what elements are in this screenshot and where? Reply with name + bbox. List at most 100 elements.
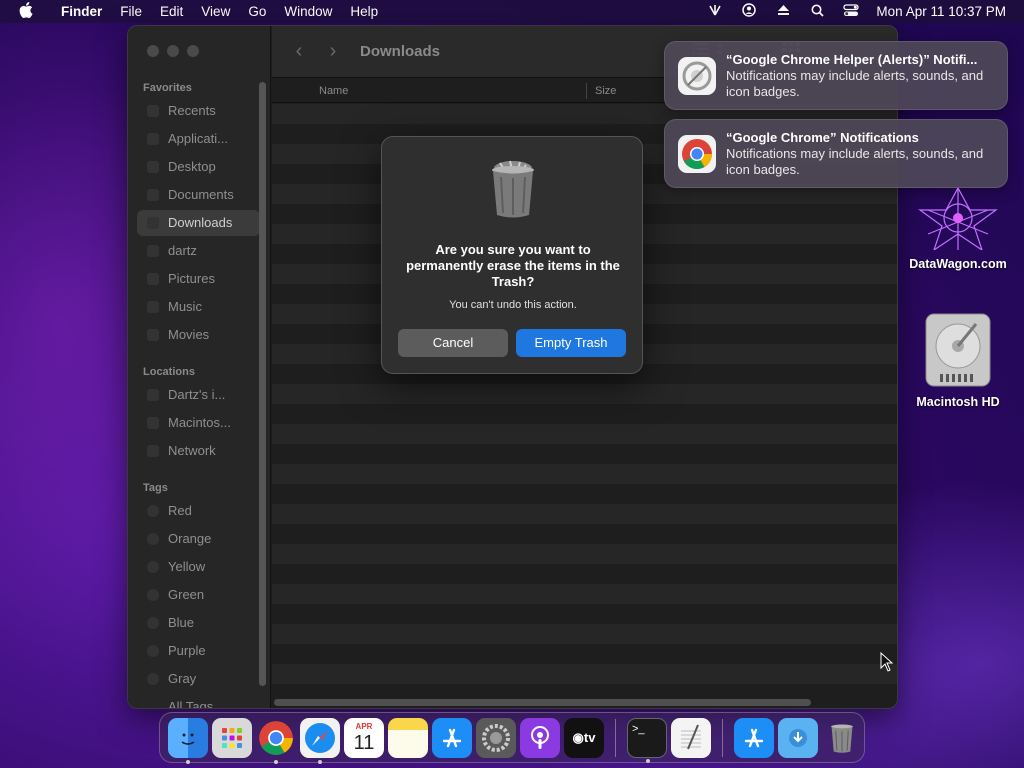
list-row (272, 424, 897, 444)
back-icon[interactable]: ‹ (282, 40, 316, 63)
film-icon (147, 329, 159, 341)
zoom-window-button[interactable] (187, 45, 199, 57)
window-controls (147, 45, 199, 57)
sidebar-heading-favorites: Favorites (143, 82, 192, 94)
list-row (272, 484, 897, 504)
apple-tv-icon[interactable]: ◉ tv (564, 717, 604, 758)
menu-edit[interactable]: Edit (151, 4, 192, 19)
downloads-folder-icon[interactable] (778, 717, 818, 758)
tag-dot-icon (147, 533, 159, 545)
menu-help[interactable]: Help (341, 4, 387, 19)
dialog-heading: Are you sure you want to permanently era… (406, 242, 620, 289)
sidebar-item-downloads[interactable]: Downloads (137, 210, 260, 236)
sidebar-item-applications[interactable]: Applicati... (137, 126, 260, 152)
chrome-icon (678, 135, 716, 173)
globe-icon (147, 445, 159, 457)
wifi-icon[interactable] (698, 4, 732, 19)
cancel-button[interactable]: Cancel (398, 329, 508, 357)
sidebar-tag-blue[interactable]: Blue (137, 610, 260, 636)
empty-trash-button[interactable]: Empty Trash (516, 329, 626, 357)
sidebar-tag-purple[interactable]: Purple (137, 638, 260, 664)
music-icon (147, 301, 159, 313)
user-icon[interactable] (732, 3, 766, 20)
notification-chrome-helper[interactable]: “Google Chrome Helper (Alerts)” Notifi..… (664, 41, 1008, 110)
window-title: Downloads (360, 43, 441, 60)
desktop-icon-macintosh-hd[interactable]: Macintosh HD (900, 312, 1016, 409)
sidebar-tag-green[interactable]: Green (137, 582, 260, 608)
sidebar-tag-orange[interactable]: Orange (137, 526, 260, 552)
sidebar-scrollbar[interactable] (259, 82, 266, 686)
trash-dock-icon[interactable] (822, 718, 862, 758)
clock-icon (147, 105, 159, 117)
horizontal-scrollbar[interactable] (274, 699, 811, 706)
laptop-icon (147, 389, 159, 401)
menu-app-name[interactable]: Finder (52, 4, 111, 19)
chrome-helper-icon (678, 57, 716, 95)
sidebar-item-music[interactable]: Music (137, 294, 260, 320)
menu-bar: Finder File Edit View Go Window Help Mon… (0, 0, 1024, 23)
list-row (272, 564, 897, 584)
tag-dot-icon (147, 561, 159, 573)
sidebar-tag-red[interactable]: Red (137, 498, 260, 524)
sidebar-item-icloud[interactable]: Dartz's i... (137, 382, 260, 408)
applications-folder-icon[interactable] (734, 717, 774, 758)
list-row (272, 504, 897, 524)
column-size[interactable]: Size (595, 85, 616, 97)
photo-icon (147, 273, 159, 285)
column-divider[interactable] (586, 83, 587, 99)
home-icon (147, 245, 159, 257)
tag-dot-icon (147, 673, 159, 685)
safari-icon[interactable] (300, 717, 340, 764)
close-window-button[interactable] (147, 45, 159, 57)
menu-clock[interactable]: Mon Apr 11 10:37 PM (868, 4, 1024, 19)
podcasts-icon[interactable] (520, 717, 560, 758)
calendar-icon[interactable]: APR 11 (344, 717, 384, 758)
sidebar-item-movies[interactable]: Movies (137, 322, 260, 348)
desktop-icon (147, 161, 159, 173)
sidebar-item-recents[interactable]: Recents (137, 98, 260, 124)
tag-dot-icon (147, 645, 159, 657)
search-icon[interactable] (800, 4, 834, 20)
menu-go[interactable]: Go (239, 4, 275, 19)
trash-full-icon (486, 157, 540, 226)
calendar-day: 11 (353, 731, 375, 754)
desktop-icon-label: Macintosh HD (916, 395, 1000, 409)
list-row (272, 644, 897, 664)
sidebar-tag-all[interactable]: All Tags... (137, 694, 260, 708)
forward-icon[interactable]: › (316, 40, 350, 63)
sidebar-item-pictures[interactable]: Pictures (137, 266, 260, 292)
list-row (272, 604, 897, 624)
sidebar-heading-tags: Tags (143, 482, 168, 494)
disk-icon (147, 417, 159, 429)
terminal-icon[interactable]: >_ (627, 717, 667, 763)
sidebar-item-desktop[interactable]: Desktop (137, 154, 260, 180)
chrome-dock-icon[interactable] (256, 718, 296, 764)
eject-icon[interactable] (766, 4, 800, 19)
sidebar-tag-yellow[interactable]: Yellow (137, 554, 260, 580)
apple-icon[interactable] (0, 1, 52, 22)
control-center-icon[interactable] (834, 3, 868, 20)
launchpad-icon[interactable] (212, 717, 252, 758)
system-preferences-icon[interactable] (476, 717, 516, 758)
menu-window[interactable]: Window (275, 4, 341, 19)
desktop-icon-datawagon[interactable]: DataWagon.com (900, 186, 1016, 271)
notification-title: “Google Chrome” Notifications (726, 130, 919, 145)
notes-icon[interactable] (388, 717, 428, 758)
sidebar-tag-gray[interactable]: Gray (137, 666, 260, 692)
download-icon (147, 217, 159, 229)
sidebar-item-dartz[interactable]: dartz (137, 238, 260, 264)
finder-icon[interactable] (168, 717, 208, 764)
hard-drive-icon (925, 313, 991, 387)
menu-file[interactable]: File (111, 4, 151, 19)
menu-view[interactable]: View (192, 4, 239, 19)
notification-chrome[interactable]: “Google Chrome” Notifications Notificati… (664, 119, 1008, 188)
app-store-icon[interactable] (432, 717, 472, 758)
sidebar-item-macintosh-hd[interactable]: Macintos... (137, 410, 260, 436)
minimize-window-button[interactable] (167, 45, 179, 57)
column-name[interactable]: Name (319, 85, 348, 97)
sidebar-item-documents[interactable]: Documents (137, 182, 260, 208)
sidebar-item-network[interactable]: Network (137, 438, 260, 464)
list-row (272, 664, 897, 684)
list-row (272, 464, 897, 484)
textedit-icon[interactable] (671, 717, 711, 758)
